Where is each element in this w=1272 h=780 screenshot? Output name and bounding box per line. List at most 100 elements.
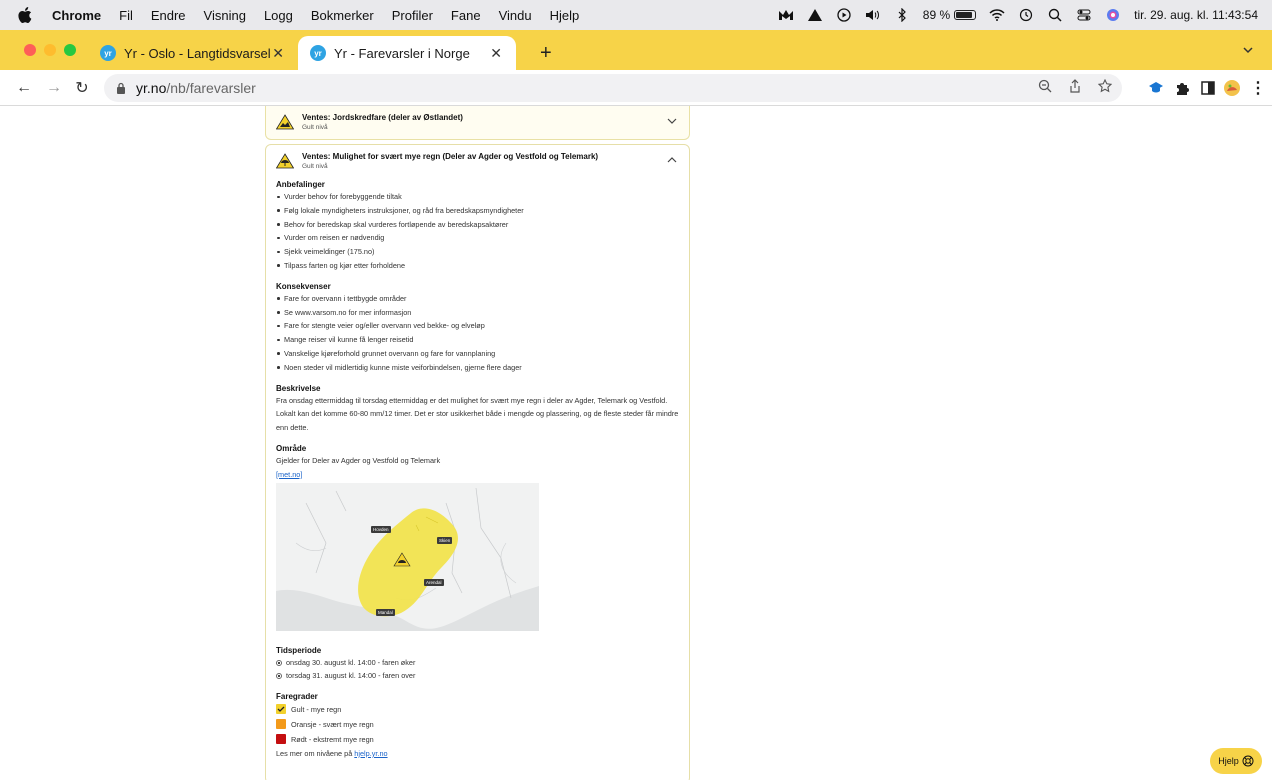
period-end: torsdag 31. august kl. 14:00 - faren ove… <box>276 669 679 683</box>
description-heading: Beskrivelse <box>276 383 321 393</box>
warning-area-map[interactable]: Hovden Skien Arendal Mandal <box>276 482 539 631</box>
chevron-up-icon[interactable] <box>667 157 677 163</box>
list-item: Vurder behov for forebyggende tiltak <box>276 190 679 204</box>
menu-bookmarks[interactable]: Bokmerker <box>302 8 383 23</box>
menu-profiles[interactable]: Profiler <box>383 8 442 23</box>
forward-arrow-icon[interactable]: → <box>44 78 64 98</box>
reload-icon[interactable]: ↻ <box>72 78 92 98</box>
apple-icon[interactable] <box>18 7 32 23</box>
menu-tab[interactable]: Fane <box>442 8 490 23</box>
zoom-icon[interactable] <box>1038 79 1052 93</box>
share-icon[interactable] <box>1068 79 1082 93</box>
level-label: Gult - mye regn <box>291 704 342 714</box>
time-machine-icon[interactable] <box>1018 8 1034 22</box>
spotlight-search-icon[interactable] <box>1047 8 1063 22</box>
levels-heading: Faregrader <box>276 691 318 701</box>
extension-graduation-icon[interactable] <box>1146 78 1166 98</box>
list-item: Sjekk veimeldinger (175.no) <box>276 245 679 259</box>
period-start: onsdag 30. august kl. 14:00 - faren øker <box>276 656 679 670</box>
close-window-button[interactable] <box>24 44 36 56</box>
list-item: Tilpass farten og kjør etter forholdene <box>276 259 679 273</box>
level-label: Oransje - svært mye regn <box>291 719 374 729</box>
menu-file[interactable]: Fil <box>110 8 142 23</box>
minimize-window-button[interactable] <box>44 44 56 56</box>
rain-warning-icon <box>276 153 294 169</box>
help-button[interactable]: Hjelp <box>1210 748 1262 774</box>
level-label: Rødt - ekstremt mye regn <box>291 734 374 744</box>
side-panel-icon[interactable] <box>1198 78 1218 98</box>
drive-icon[interactable] <box>807 8 823 22</box>
map-label-arendal: Arendal <box>424 578 444 586</box>
bookmark-star-icon[interactable] <box>1098 79 1112 93</box>
list-item: Fare for overvann i tettbygde områder <box>276 292 679 306</box>
window-controls <box>24 44 76 56</box>
menu-window[interactable]: Vindu <box>490 8 541 23</box>
back-arrow-icon[interactable]: ← <box>14 78 34 98</box>
period-end-text: torsdag 31. august kl. 14:00 - faren ove… <box>286 671 416 681</box>
timeline-dot-icon <box>276 673 282 679</box>
wifi-icon[interactable] <box>989 8 1005 22</box>
tab-title: Yr - Oslo - Langtidsvarsel <box>124 45 271 61</box>
map-graphic <box>276 482 539 631</box>
orange-swatch <box>276 719 286 730</box>
browser-toolbar: ← → ↻ yr.no/nb/farevarsler ⋮ <box>0 70 1272 106</box>
address-bar[interactable]: yr.no/nb/farevarsler <box>104 74 1122 102</box>
warning-title: Ventes: Jordskredfare (deler av Østlande… <box>302 113 463 122</box>
list-item: Noen steder vil midlertidig kunne miste … <box>276 361 679 375</box>
profile-avatar-icon[interactable] <box>1222 78 1242 98</box>
menu-view[interactable]: Visning <box>195 8 255 23</box>
warning-details: Anbefalinger Vurder behov for forebyggen… <box>266 179 689 761</box>
battery-status[interactable]: 89 % <box>922 8 977 22</box>
met-source-link[interactable]: [met.no] <box>276 468 679 481</box>
level-red: Rødt - ekstremt mye regn <box>276 732 679 747</box>
battery-percent: 89 % <box>922 8 951 22</box>
volume-icon[interactable] <box>865 8 881 22</box>
landslide-warning-icon <box>276 114 294 130</box>
level-orange: Oransje - svært mye regn <box>276 717 679 732</box>
menu-edit[interactable]: Endre <box>142 8 195 23</box>
list-item: Vanskelige kjøreforhold grunnet overvann… <box>276 347 679 361</box>
close-tab-icon[interactable]: ✕ <box>272 45 284 62</box>
warning-title: Ventes: Mulighet for svært mye regn (Del… <box>302 152 599 161</box>
help-yr-link[interactable]: hjelp.yr.no <box>354 749 387 758</box>
timeline-dot-icon <box>276 659 282 666</box>
checkmark-icon <box>276 704 286 715</box>
period-heading: Tidsperiode <box>276 645 322 655</box>
list-item: Mange reiser vil kunne få lenger reiseti… <box>276 333 679 347</box>
map-label-hovden: Hovden <box>371 525 391 533</box>
yr-favicon-icon: yr <box>100 45 116 61</box>
period-start-text: onsdag 30. august kl. 14:00 - faren øker <box>286 657 416 667</box>
menu-app-name[interactable]: Chrome <box>48 8 110 23</box>
level-yellow: Gult - mye regn <box>276 702 679 717</box>
warning-level: Gult nivå <box>302 163 328 170</box>
chrome-menu-kebab-icon[interactable]: ⋮ <box>1248 78 1268 98</box>
tab-yr-farevarsler[interactable]: yr Yr - Farevarsler i Norge ✕ <box>298 36 516 70</box>
lock-icon[interactable] <box>116 82 126 94</box>
zoom-window-button[interactable] <box>64 44 76 56</box>
chevron-down-icon[interactable] <box>667 118 677 124</box>
clock[interactable]: tir. 29. aug. kl. 11:43:54 <box>1134 8 1258 22</box>
red-swatch <box>276 734 286 745</box>
warning-card-landslide[interactable]: Ventes: Jordskredfare (deler av Østlande… <box>265 106 690 140</box>
siri-icon[interactable] <box>1105 8 1121 22</box>
bluetooth-icon[interactable] <box>894 8 910 22</box>
map-label-mandal: Mandal <box>376 608 395 616</box>
extensions-puzzle-icon[interactable] <box>1172 78 1192 98</box>
warning-level: Gult nivå <box>302 124 328 131</box>
control-center-icon[interactable] <box>1076 8 1092 22</box>
list-item: Se www.varsom.no for mer informasjon <box>276 306 679 320</box>
play-icon[interactable] <box>836 8 852 22</box>
tab-title: Yr - Farevarsler i Norge <box>334 45 470 61</box>
battery-icon <box>954 10 977 20</box>
warning-card-header[interactable]: Ventes: Mulighet for svært mye regn (Del… <box>266 145 689 171</box>
menu-help[interactable]: Hjelp <box>541 8 589 23</box>
close-tab-icon[interactable]: ✕ <box>490 45 502 62</box>
new-tab-plus-icon[interactable]: + <box>540 42 552 65</box>
tab-yr-oslo[interactable]: yr Yr - Oslo - Langtidsvarsel ✕ <box>88 36 298 70</box>
more-info-prefix: Les mer om nivåene på <box>276 748 353 758</box>
levels-more-info: Les mer om nivåene på hjelp.yr.no <box>276 747 679 761</box>
malwarebytes-icon[interactable] <box>778 8 794 22</box>
menu-history[interactable]: Logg <box>255 8 302 23</box>
tab-search-chevron-icon[interactable] <box>1242 44 1254 56</box>
recommendations-heading: Anbefalinger <box>276 180 325 189</box>
